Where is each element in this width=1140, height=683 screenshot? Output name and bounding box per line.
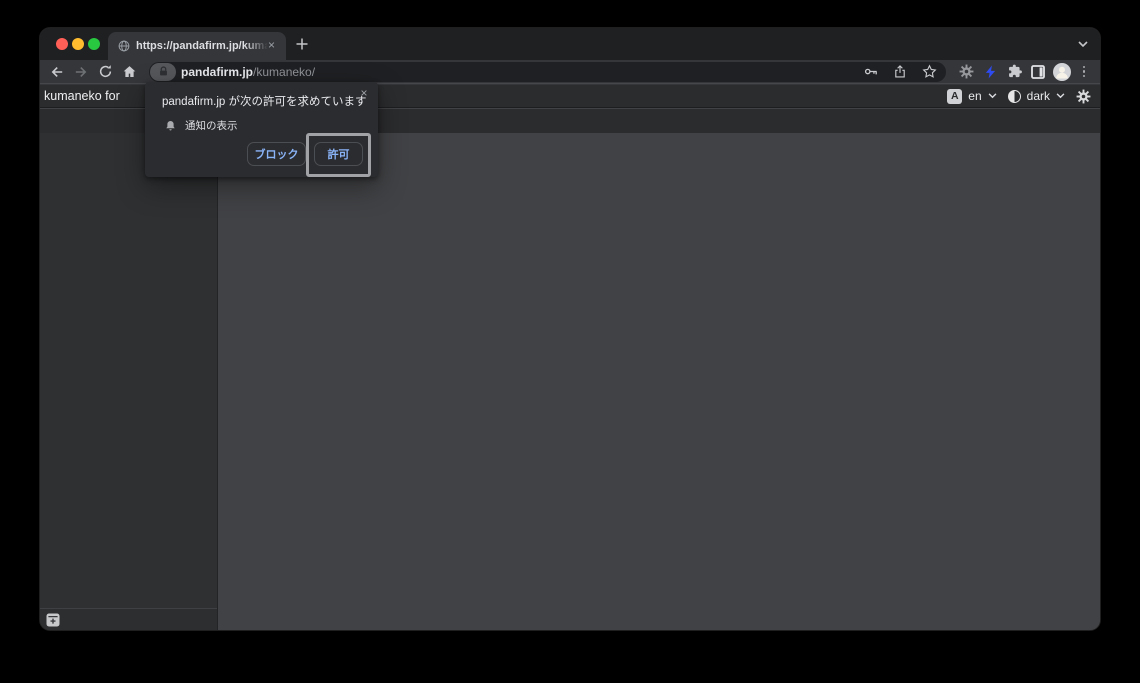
url-domain: pandafirm.jp <box>181 64 254 79</box>
allow-button[interactable]: 許可 <box>314 142 363 166</box>
url-text: pandafirm.jp/kumaneko/ <box>181 65 315 79</box>
block-button[interactable]: ブロック <box>247 142 306 166</box>
chevron-down-icon <box>988 93 997 99</box>
sidebar <box>40 133 218 630</box>
permission-label: 通知の表示 <box>185 120 238 132</box>
close-icon[interactable]: × <box>357 86 371 100</box>
tab-close-icon[interactable]: × <box>264 38 279 53</box>
bookmark-star-icon[interactable] <box>918 61 940 83</box>
extension-gear-icon[interactable] <box>954 61 978 83</box>
add-window-icon[interactable] <box>46 613 60 627</box>
extensions-puzzle-icon[interactable] <box>1002 61 1026 83</box>
permission-dialog-title: pandafirm.jp が次の許可を求めています <box>162 96 367 108</box>
language-value: en <box>968 89 982 103</box>
window-zoom-button[interactable] <box>88 38 100 50</box>
profile-avatar[interactable] <box>1050 61 1074 83</box>
theme-selector[interactable]: dark <box>1007 89 1065 103</box>
translate-icon: A <box>947 88 963 104</box>
menu-kebab-icon[interactable] <box>1074 61 1094 83</box>
window-close-button[interactable] <box>56 38 68 50</box>
chevron-down-icon <box>1056 93 1065 99</box>
home-icon[interactable] <box>117 61 141 83</box>
permission-dialog: pandafirm.jp が次の許可を求めています × 通知の表示 ブロック 許… <box>145 82 378 177</box>
tab-strip: https://pandafirm.jp/kumaneko × <box>40 28 1100 60</box>
browser-toolbar: pandafirm.jp/kumaneko/ <box>40 60 1100 84</box>
globe-icon <box>117 39 131 53</box>
main-panel <box>218 133 1100 630</box>
key-icon[interactable] <box>860 61 882 83</box>
lock-icon <box>159 66 167 76</box>
reload-icon[interactable] <box>93 61 117 83</box>
browser-window: https://pandafirm.jp/kumaneko × pandafir <box>40 28 1100 630</box>
language-selector[interactable]: A en <box>947 88 997 104</box>
site-brand[interactable]: kumaneko for <box>44 89 120 103</box>
bell-icon <box>165 120 176 132</box>
tab-search-chevron-icon[interactable] <box>1078 41 1088 48</box>
url-bar[interactable]: pandafirm.jp/kumaneko/ <box>149 61 946 83</box>
url-path: /kumaneko/ <box>253 64 316 79</box>
sidebar-footer <box>40 608 217 630</box>
new-tab-button[interactable] <box>295 37 309 51</box>
side-panel-icon[interactable] <box>1026 61 1050 83</box>
window-minimize-button[interactable] <box>72 38 84 50</box>
contrast-icon <box>1007 89 1021 103</box>
share-icon[interactable] <box>889 61 911 83</box>
tab-title: https://pandafirm.jp/kumaneko <box>136 40 268 52</box>
site-info-chip[interactable] <box>150 62 176 81</box>
forward-icon[interactable] <box>69 61 93 83</box>
browser-tab[interactable]: https://pandafirm.jp/kumaneko × <box>108 32 286 60</box>
back-icon[interactable] <box>45 61 69 83</box>
theme-value: dark <box>1026 89 1050 103</box>
bolt-extension-icon[interactable] <box>978 61 1002 83</box>
settings-gear-icon[interactable] <box>1076 89 1091 104</box>
